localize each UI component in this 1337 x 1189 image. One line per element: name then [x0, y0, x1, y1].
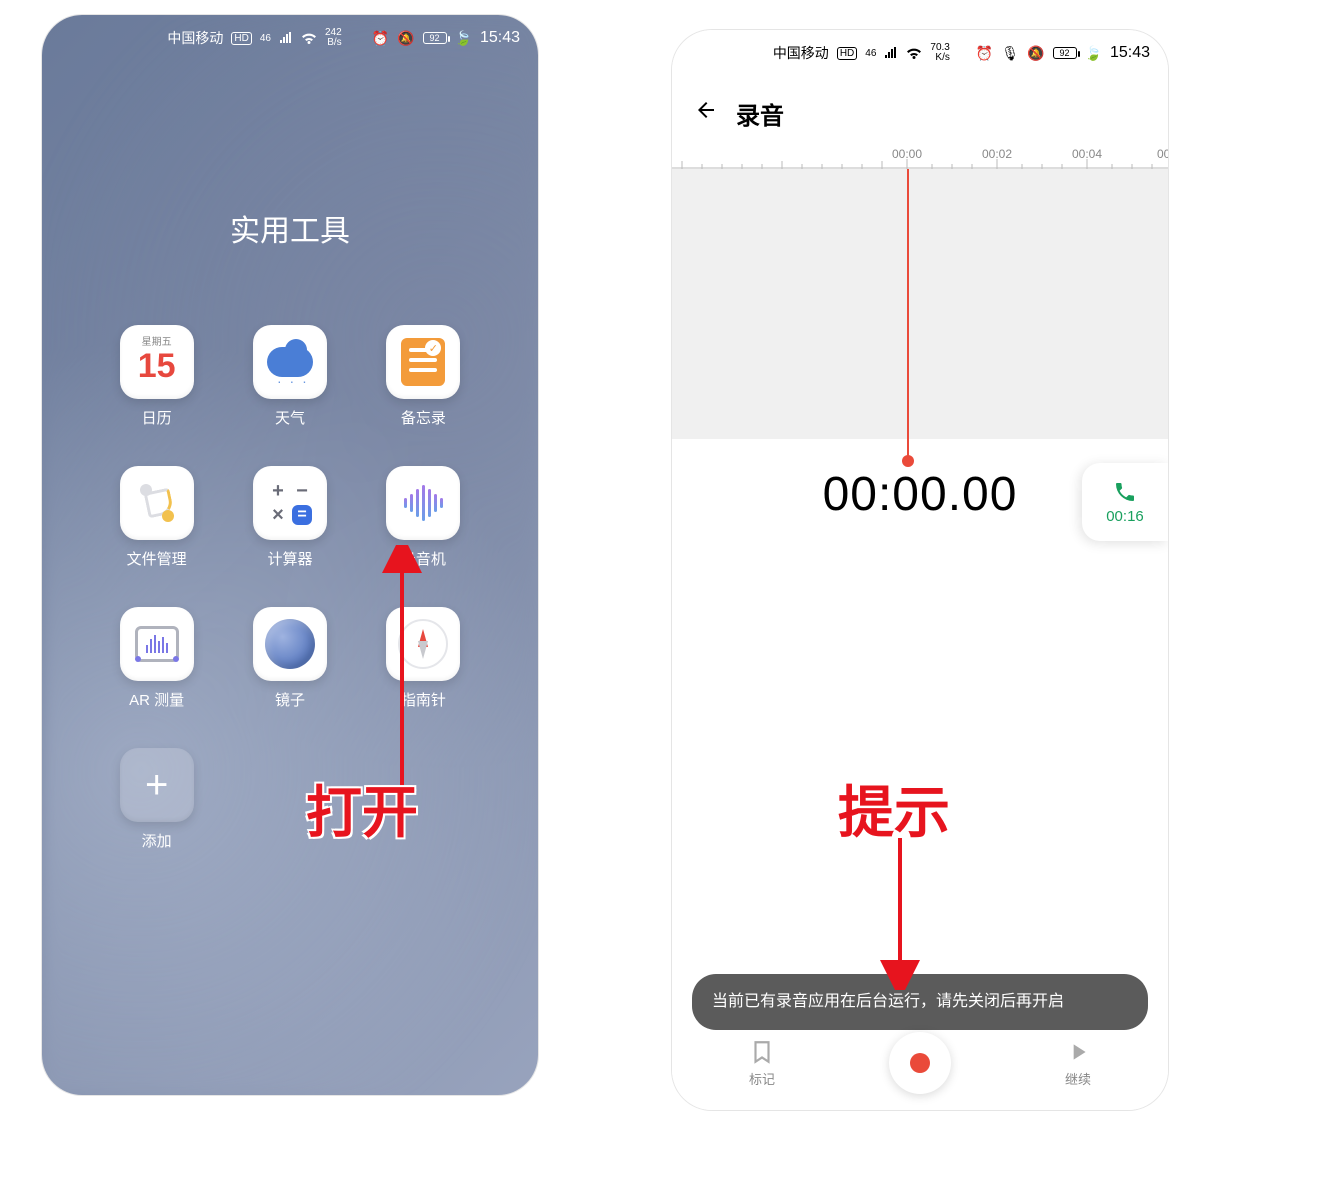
network-icon: 46 — [260, 33, 271, 44]
network-icon: 46 — [865, 48, 876, 59]
record-dot-icon — [889, 1032, 951, 1094]
compass-icon — [386, 607, 460, 681]
mark-button[interactable]: 标记 — [749, 1039, 775, 1088]
files-icon — [120, 466, 194, 540]
net-speed: 70.3 K/s — [930, 43, 949, 63]
record-button[interactable] — [889, 1032, 951, 1094]
bottom-toolbar: 标记 继续 — [672, 1022, 1168, 1110]
mirror-icon — [253, 607, 327, 681]
signal-icon — [884, 47, 898, 59]
phone-recorder-app: 中国移动 HD 46 70.3 K/s ⏰ 🎙 🔕 92 🍃 15:43 — [672, 30, 1168, 1110]
folder-title: 实用工具 — [42, 206, 538, 250]
hd-badge: HD — [231, 32, 251, 45]
app-files[interactable]: 文件管理 — [110, 466, 203, 569]
calculator-icon: +−×= — [253, 466, 327, 540]
app-label: 计算器 — [267, 548, 312, 569]
plus-icon: + — [120, 748, 194, 822]
carrier-label: 中国移动 — [773, 43, 829, 63]
leaf-icon: 🍃 — [1085, 45, 1102, 62]
signal-icon — [279, 32, 293, 44]
waveform-area[interactable] — [672, 169, 1168, 439]
app-label: 日历 — [142, 407, 172, 428]
calendar-icon: 星期五 15 — [120, 325, 194, 399]
leaf-icon: 🍃 — [455, 30, 472, 47]
app-calendar[interactable]: 星期五 15 日历 — [110, 325, 203, 428]
bookmark-icon — [749, 1039, 775, 1065]
carrier-label: 中国移动 — [167, 28, 223, 48]
mic-icon: 🎙 — [1001, 45, 1019, 62]
app-label: 天气 — [275, 407, 305, 428]
status-bar: 中国移动 HD 46 242 B/s ⏰ 🔕 92 🍃 15:43 — [42, 15, 538, 61]
back-button[interactable] — [694, 98, 718, 129]
app-label: 录音机 — [401, 548, 446, 569]
app-weather[interactable]: 天气 — [243, 325, 336, 428]
recording-timer: 00:00.00 — [823, 467, 1018, 522]
clock-time: 15:43 — [1110, 44, 1150, 62]
alarm-icon: ⏰ — [372, 30, 389, 47]
timeline-ruler: 00:00 00:02 00:04 00:06 — [672, 147, 1168, 169]
app-mirror[interactable]: 镜子 — [243, 607, 336, 710]
call-duration-chip[interactable]: 00:16 — [1082, 463, 1168, 541]
weather-icon — [253, 325, 327, 399]
clock-time: 15:43 — [480, 29, 520, 47]
app-grid: 星期五 15 日历 天气 备忘录 文件管理 + — [110, 325, 470, 851]
net-speed: 242 B/s — [325, 28, 342, 48]
app-add[interactable]: + 添加 — [110, 748, 203, 851]
app-label: 添加 — [142, 830, 172, 851]
call-time: 00:16 — [1106, 508, 1144, 525]
ar-icon — [120, 607, 194, 681]
hd-badge: HD — [837, 47, 857, 60]
alarm-icon: ⏰ — [976, 45, 993, 62]
app-header: 录音 — [672, 76, 1168, 141]
app-compass[interactable]: 指南针 — [377, 607, 470, 710]
playhead-indicator — [907, 169, 909, 459]
app-label: 镜子 — [275, 689, 305, 710]
phone-home-screen: 中国移动 HD 46 242 B/s ⏰ 🔕 92 🍃 15:43 实用工具 — [42, 15, 538, 1095]
wifi-icon — [906, 47, 922, 59]
battery-indicator: 92 — [1053, 47, 1077, 59]
mute-icon: 🔕 — [397, 30, 414, 47]
app-label: 文件管理 — [127, 548, 187, 569]
continue-button[interactable]: 继续 — [1065, 1039, 1091, 1088]
app-calculator[interactable]: +−×= 计算器 — [243, 466, 336, 569]
page-title: 录音 — [736, 96, 784, 131]
app-label: 指南针 — [401, 689, 446, 710]
notes-icon — [386, 325, 460, 399]
play-icon — [1065, 1039, 1091, 1065]
recorder-icon — [386, 466, 460, 540]
mute-icon: 🔕 — [1027, 45, 1044, 62]
app-ar-measure[interactable]: AR 测量 — [110, 607, 203, 710]
app-recorder[interactable]: 录音机 — [377, 466, 470, 569]
status-bar: 中国移动 HD 46 70.3 K/s ⏰ 🎙 🔕 92 🍃 15:43 — [672, 30, 1168, 76]
app-label: AR 测量 — [129, 689, 184, 710]
app-label: 备忘录 — [401, 407, 446, 428]
phone-icon — [1113, 480, 1137, 504]
battery-indicator: 92 — [423, 32, 447, 44]
app-notes[interactable]: 备忘录 — [377, 325, 470, 428]
wifi-icon — [301, 32, 317, 44]
